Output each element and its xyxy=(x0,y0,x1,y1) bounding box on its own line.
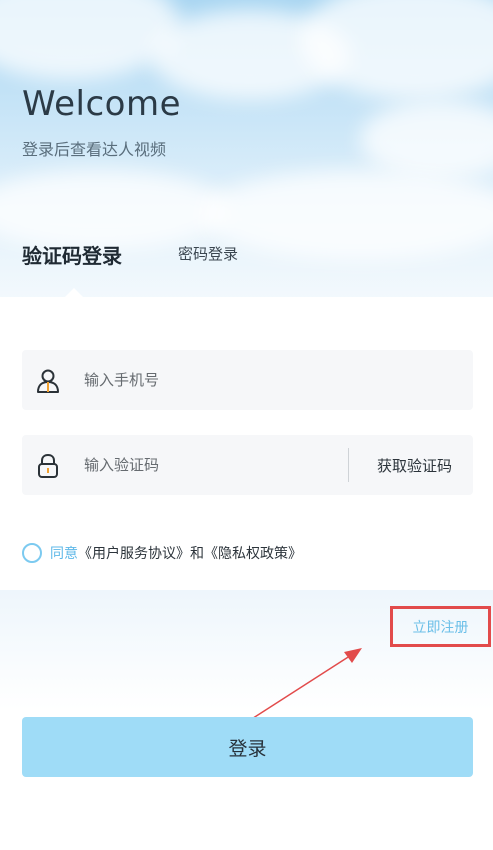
agreement-checkbox[interactable] xyxy=(22,543,42,563)
agreement-and: 和 xyxy=(190,546,204,562)
login-button[interactable]: 登录 xyxy=(22,717,473,777)
phone-input[interactable] xyxy=(84,350,334,410)
welcome-subtitle: 登录后查看达人视频 xyxy=(22,140,167,159)
register-highlight-box: 立即注册 xyxy=(390,606,491,647)
agree-label[interactable]: 同意 xyxy=(50,543,78,563)
get-code-button[interactable]: 获取验证码 xyxy=(377,455,452,476)
code-field: 获取验证码 xyxy=(22,435,473,495)
tab-password-login[interactable]: 密码登录 xyxy=(178,243,238,264)
welcome-title: Welcome xyxy=(22,84,182,124)
code-divider xyxy=(348,448,349,482)
tab-sms-login[interactable]: 验证码登录 xyxy=(22,240,122,269)
code-input[interactable] xyxy=(84,435,334,495)
user-agreement-link[interactable]: 《用户服务协议》 xyxy=(78,543,190,563)
user-icon xyxy=(37,369,59,393)
agreement-row: 同意 《用户服务协议》 和 《隐私权政策》 xyxy=(22,541,302,565)
active-tab-indicator xyxy=(64,288,84,298)
privacy-policy-link[interactable]: 《隐私权政策》 xyxy=(204,543,302,563)
lock-icon xyxy=(38,453,58,478)
phone-field xyxy=(22,350,473,410)
register-link[interactable]: 立即注册 xyxy=(413,617,469,637)
